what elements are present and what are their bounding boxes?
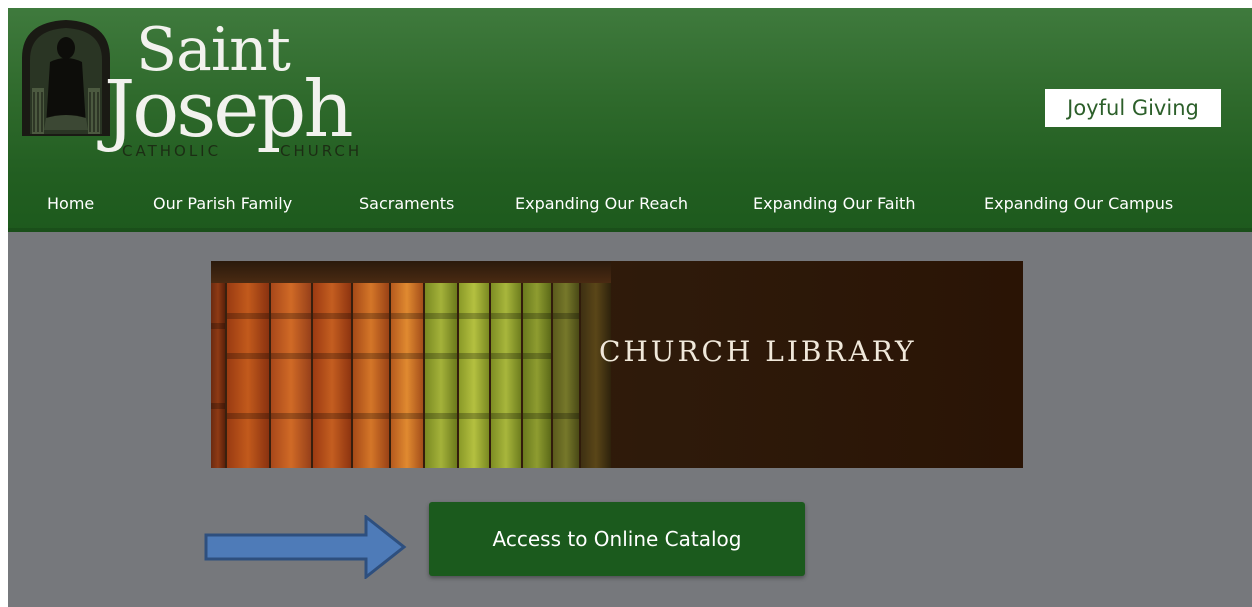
book-spine	[353, 283, 389, 468]
nav-item-sacraments[interactable]: Sacraments	[359, 184, 454, 224]
book-spine	[227, 283, 269, 468]
book-spine	[459, 283, 489, 468]
book-spine	[313, 283, 351, 468]
access-online-catalog-button[interactable]: Access to Online Catalog	[429, 502, 805, 576]
bookshelf-top	[211, 261, 611, 283]
logo-catholic-text: CATHOLIC	[122, 142, 222, 160]
joyful-giving-button[interactable]: Joyful Giving	[1045, 89, 1221, 127]
church-library-banner: CHURCH LIBRARY	[211, 261, 1023, 468]
nav-item-expanding-our-reach[interactable]: Expanding Our Reach	[515, 184, 688, 224]
book-spine	[211, 283, 225, 468]
nav-item-expanding-our-faith[interactable]: Expanding Our Faith	[753, 184, 915, 224]
banner-title: CHURCH LIBRARY	[599, 335, 917, 368]
nav-item-expanding-our-campus[interactable]: Expanding Our Campus	[984, 184, 1173, 224]
logo-church-text: CHURCH	[280, 142, 363, 160]
main-nav: Home Our Parish Family Sacraments Expand…	[8, 184, 1252, 224]
book-spine	[581, 283, 611, 468]
site-header: Saint Joseph CATHOLIC CHURCH Joyful Givi…	[8, 8, 1252, 232]
logo-joseph-text[interactable]: Joseph	[104, 68, 354, 152]
book-spine	[553, 283, 579, 468]
book-spine	[491, 283, 521, 468]
nav-item-our-parish-family[interactable]: Our Parish Family	[153, 184, 292, 224]
header-divider	[8, 228, 1252, 232]
book-spine	[391, 283, 423, 468]
st-joseph-statue-logo[interactable]	[20, 18, 112, 138]
nav-item-home[interactable]: Home	[47, 184, 94, 224]
book-spine	[425, 283, 457, 468]
page-frame: Saint Joseph CATHOLIC CHURCH Joyful Givi…	[8, 8, 1252, 607]
book-spine	[271, 283, 311, 468]
right-arrow-icon	[204, 515, 407, 579]
book-spine	[523, 283, 551, 468]
